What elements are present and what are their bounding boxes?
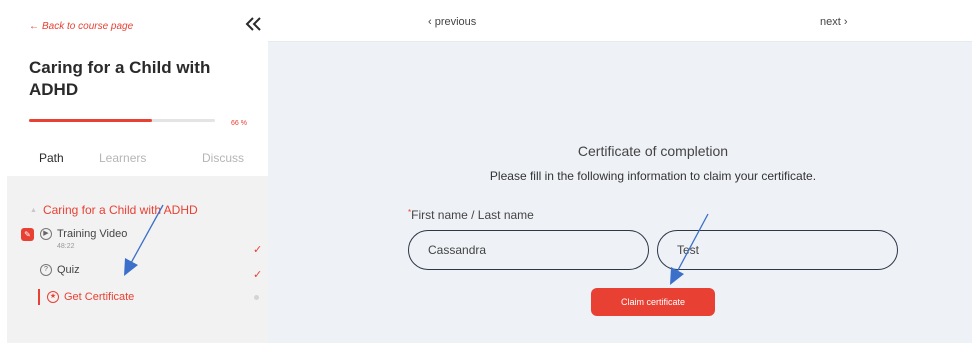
lesson-label: Training Video: [57, 228, 128, 240]
award-icon: ★: [47, 291, 59, 303]
lesson-training-video[interactable]: ✎ ▶ Training Video 48:22 ✓: [7, 228, 268, 256]
attachment-icon: ✎: [21, 228, 34, 241]
tab-discuss[interactable]: Discuss: [202, 151, 244, 165]
previous-link[interactable]: ‹ previous: [428, 16, 476, 28]
certificate-panel: Certificate of completion Please fill in…: [268, 42, 972, 343]
back-to-course-link[interactable]: ← Back to course page: [29, 21, 133, 32]
sidebar-tabs: Path Learners Discuss: [0, 151, 268, 171]
check-icon: ✓: [253, 244, 263, 256]
lesson-duration: 48:22: [57, 243, 75, 250]
tab-path[interactable]: Path: [39, 151, 64, 165]
module-header[interactable]: ▲ Caring for a Child with ADHD: [30, 203, 198, 217]
arrow-left-icon: ←: [29, 21, 39, 32]
name-field-label: *First name / Last name: [408, 208, 534, 222]
instruction-text: Please fill in the following information…: [489, 169, 817, 183]
progress-percent: 66 %: [231, 120, 247, 127]
first-name-input[interactable]: [408, 230, 649, 270]
sidebar: ← Back to course page Caring for a Child…: [0, 0, 268, 343]
course-title: Caring for a Child with ADHD: [29, 58, 211, 99]
lesson-label: Get Certificate: [64, 291, 135, 303]
claim-certificate-button[interactable]: Claim certificate: [591, 288, 715, 316]
progress-fill: [29, 119, 152, 122]
last-name-input[interactable]: [657, 230, 898, 270]
module-title: Caring for a Child with ADHD: [42, 203, 198, 217]
field-label-text: First name / Last name: [411, 208, 534, 222]
lesson-label: Quiz: [57, 264, 80, 276]
tab-learners[interactable]: Learners: [99, 151, 146, 165]
back-link-label: Back to course page: [42, 21, 134, 32]
chevron-up-icon: ▲: [30, 206, 37, 214]
lesson-nav-bar: ‹ previous next ›: [268, 0, 972, 42]
check-icon: ✓: [253, 269, 263, 281]
lesson-get-certificate[interactable]: ★ Get Certificate: [7, 289, 268, 313]
double-chevron-left-icon: [245, 17, 261, 31]
collapse-sidebar-button[interactable]: [244, 15, 262, 33]
next-link[interactable]: next ›: [820, 16, 848, 28]
question-circle-icon: ?: [40, 264, 52, 276]
current-lesson-indicator: [38, 289, 40, 305]
lesson-quiz[interactable]: ? Quiz ✓: [7, 264, 268, 286]
play-circle-icon: ▶: [40, 228, 52, 240]
sidebar-header: ← Back to course page Caring for a Child…: [0, 0, 268, 176]
page-title: Certificate of completion: [577, 143, 729, 159]
course-progress-bar: [29, 119, 215, 122]
course-path-list: ▲ Caring for a Child with ADHD ✎ ▶ Train…: [7, 176, 268, 343]
status-dot: [254, 295, 259, 300]
